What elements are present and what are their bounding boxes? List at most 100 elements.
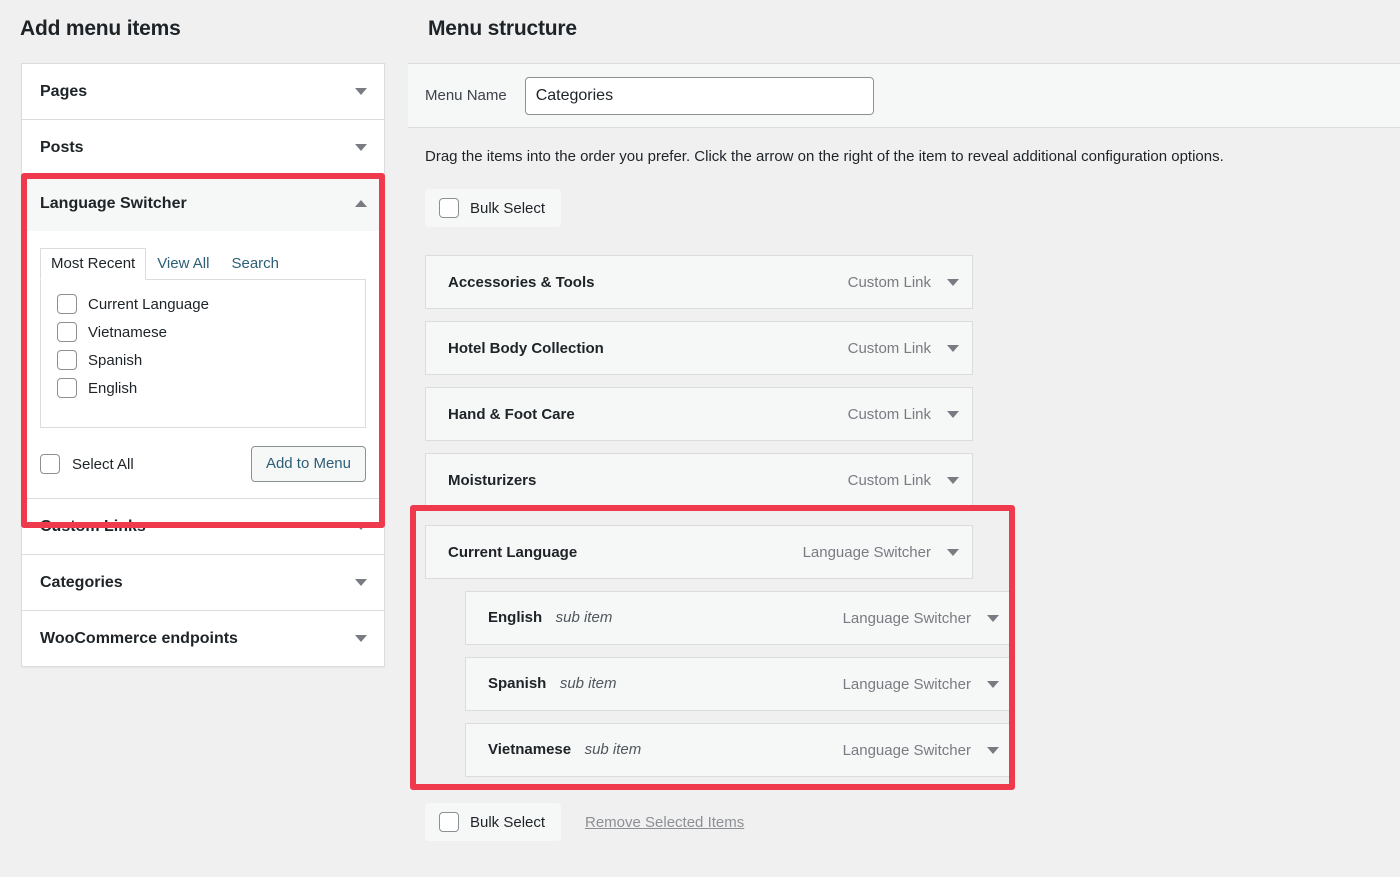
menu-item-type: Custom Link [847,273,931,291]
list-item[interactable]: Spanish [57,350,351,370]
menu-item-type: Custom Link [847,339,931,357]
bulk-select-label: Bulk Select [470,813,546,831]
menu-item-title-group: Spanish sub item [488,675,617,693]
menu-name-bar: Menu Name [408,63,1400,128]
menu-structure-column: Menu structure Menu Name Drag the items … [408,0,1400,877]
chevron-down-icon[interactable] [355,635,367,642]
menu-item-meta: Custom Link [848,472,959,489]
menu-item-subitem-badge: sub item [559,675,617,692]
menu-item-title: Current Language [448,543,578,561]
accordion-header-woocommerce-endpoints[interactable]: WooCommerce endpoints [22,611,384,666]
chevron-down-icon[interactable] [947,410,959,418]
tab-most-recent[interactable]: Most Recent [40,248,147,280]
menu-item-title: Hand & Foot Care [448,405,575,423]
add-menu-items-column: Add menu items Pages Posts Language Swit… [0,0,408,877]
menu-item-title: Moisturizers [448,471,537,489]
accordion-label-categories: Categories [40,573,123,591]
table-row[interactable]: Moisturizers Custom Link [425,453,973,507]
checkbox-select-all[interactable] [40,454,60,474]
list-item[interactable]: Current Language [57,294,351,314]
checkbox-bulk-select-bottom[interactable] [439,812,459,832]
accordion-section-woocommerce-endpoints: WooCommerce endpoints [22,611,384,666]
chevron-down-icon[interactable] [947,476,959,484]
menu-item-meta: Language Switcher [843,610,999,627]
table-row[interactable]: Spanish sub item Language Switcher [465,657,1013,711]
menu-item-subitem-badge: sub item [555,609,613,626]
option-label: English [88,379,138,397]
accordion-header-categories[interactable]: Categories [22,555,384,610]
add-menu-items-accordion: Pages Posts Language Switcher Most Recen… [21,63,385,667]
option-label: Current Language [88,295,209,313]
tab-search[interactable]: Search [220,248,290,280]
menu-item-title: Accessories & Tools [448,273,595,291]
table-row[interactable]: English sub item Language Switcher [465,591,1013,645]
menu-item-title-group: English sub item [488,609,612,627]
menu-item-title-group: Vietnamese sub item [488,741,641,759]
menu-structure-title: Menu structure [428,17,577,40]
menu-items-list: Accessories & Tools Custom Link Hotel Bo… [425,255,1385,789]
checkbox-vietnamese[interactable] [57,322,77,342]
bulk-select-top[interactable]: Bulk Select [425,189,562,227]
accordion-header-language-switcher[interactable]: Language Switcher [22,176,384,231]
remove-selected-items-link[interactable]: Remove Selected Items [585,814,744,831]
bulk-select-bottom[interactable]: Bulk Select [425,803,562,841]
menu-item-meta: Custom Link [848,340,959,357]
checkbox-current-language[interactable] [57,294,77,314]
accordion-header-pages[interactable]: Pages [22,64,384,119]
add-to-menu-button[interactable]: Add to Menu [250,446,366,482]
menu-item-title: English [488,609,543,626]
checkbox-english[interactable] [57,378,77,398]
checkbox-spanish[interactable] [57,350,77,370]
bulk-select-label: Bulk Select [470,199,546,217]
accordion-label-posts: Posts [40,138,84,156]
chevron-down-icon[interactable] [947,278,959,286]
table-row[interactable]: Hand & Foot Care Custom Link [425,387,973,441]
menu-item-meta: Custom Link [848,406,959,423]
accordion-label-pages: Pages [40,82,88,100]
select-all-row[interactable]: Select All [40,454,134,474]
tab-view-all[interactable]: View All [146,248,220,280]
accordion-section-custom-links: Custom Links [22,499,384,555]
table-row[interactable]: Current Language Language Switcher [425,525,973,579]
accordion-label-custom-links: Custom Links [40,517,146,535]
chevron-down-icon[interactable] [987,680,999,688]
language-options-list: Current Language Vietnamese Spanish Engl… [40,280,366,428]
menu-item-type: Custom Link [847,405,931,423]
menu-item-subitem-badge: sub item [584,741,642,758]
table-row[interactable]: Accessories & Tools Custom Link [425,255,973,309]
chevron-down-icon[interactable] [355,144,367,151]
menu-item-type: Custom Link [847,471,931,489]
language-switcher-actions: Select All Add to Menu [40,446,366,482]
menu-item-meta: Language Switcher [843,676,999,693]
select-all-label: Select All [72,455,134,473]
chevron-down-icon[interactable] [947,548,959,556]
accordion-label-woocommerce-endpoints: WooCommerce endpoints [40,629,238,647]
accordion-header-custom-links[interactable]: Custom Links [22,499,384,554]
menu-item-type: Language Switcher [802,543,931,561]
chevron-up-icon[interactable] [355,200,367,207]
accordion-header-posts[interactable]: Posts [22,120,384,175]
table-row[interactable]: Hotel Body Collection Custom Link [425,321,973,375]
menu-item-title: Vietnamese [488,741,572,758]
chevron-down-icon[interactable] [987,614,999,622]
add-menu-items-title: Add menu items [20,17,181,40]
language-switcher-tabs: Most Recent View All Search [40,247,366,280]
chevron-down-icon[interactable] [355,523,367,530]
chevron-down-icon[interactable] [355,579,367,586]
chevron-down-icon[interactable] [987,746,999,754]
menu-item-type: Language Switcher [842,741,971,759]
accordion-section-language-switcher: Language Switcher Most Recent View All S… [22,176,384,499]
chevron-down-icon[interactable] [947,344,959,352]
list-item[interactable]: English [57,378,351,398]
menu-item-type: Language Switcher [842,609,971,627]
language-switcher-body: Most Recent View All Search Current Lang… [22,231,384,498]
checkbox-bulk-select-top[interactable] [439,198,459,218]
menu-editor-page: Add menu items Pages Posts Language Swit… [0,0,1400,877]
option-label: Vietnamese [88,323,167,341]
accordion-section-pages: Pages [22,64,384,120]
table-row[interactable]: Vietnamese sub item Language Switcher [465,723,1013,777]
menu-item-title: Spanish [488,675,547,692]
menu-name-input[interactable] [524,76,874,115]
list-item[interactable]: Vietnamese [57,322,351,342]
chevron-down-icon[interactable] [355,88,367,95]
